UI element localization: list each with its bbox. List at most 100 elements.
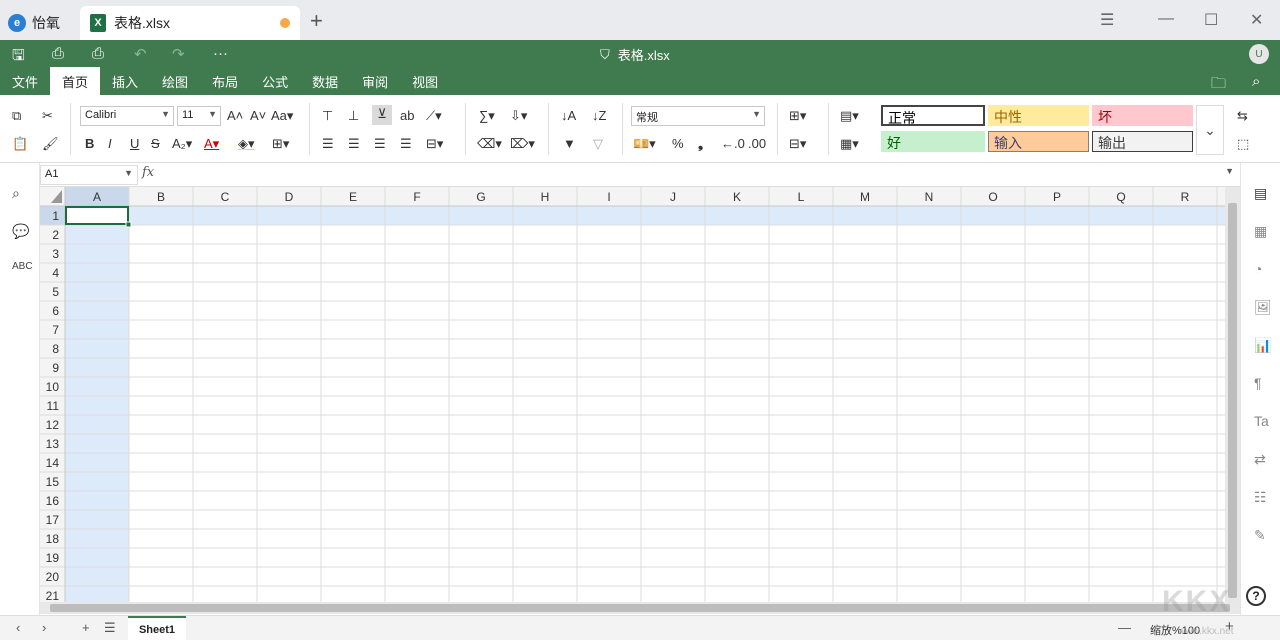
- row-1-highlight[interactable]: [65, 206, 1225, 225]
- function-icon[interactable]: fx: [142, 165, 154, 180]
- insert-cells-icon[interactable]: ⊞▾: [789, 107, 806, 125]
- align-center-icon[interactable]: ☰: [348, 135, 360, 153]
- change-case-icon[interactable]: Aa▾: [271, 107, 293, 125]
- justify-icon[interactable]: ☰: [400, 135, 412, 153]
- column-header-R[interactable]: R: [1181, 190, 1190, 204]
- search-icon[interactable]: ⌕: [12, 185, 20, 202]
- number-format-select[interactable]: 常规 ▼: [631, 106, 765, 126]
- column-a-highlight[interactable]: [65, 206, 129, 602]
- align-left-icon[interactable]: ☰: [322, 135, 334, 153]
- increase-font-icon[interactable]: A˄: [227, 107, 243, 125]
- chevron-down-icon[interactable]: ▼: [124, 168, 133, 178]
- styles-expand-button[interactable]: ⌄: [1196, 105, 1224, 155]
- column-header-K[interactable]: K: [733, 190, 741, 204]
- column-header-Q[interactable]: Q: [1116, 190, 1125, 204]
- table-format-icon[interactable]: ▦▾: [840, 135, 859, 153]
- menu-file[interactable]: 文件: [0, 67, 50, 95]
- comment-icon[interactable]: 💬: [12, 223, 29, 240]
- menu-view[interactable]: 视图: [400, 67, 450, 95]
- print-preview-icon[interactable]: ⎙: [92, 45, 104, 62]
- formula-input[interactable]: [160, 165, 1230, 185]
- main-menu-button[interactable]: ☰: [1100, 10, 1114, 30]
- subscript-icon[interactable]: A₂▾: [172, 135, 192, 153]
- fill-color-icon[interactable]: ◈▾: [238, 135, 255, 153]
- column-header-bar[interactable]: [40, 187, 1225, 206]
- sort-descending-icon[interactable]: ↓Z: [592, 107, 606, 125]
- row-header-6[interactable]: 6: [52, 304, 59, 318]
- eraser-icon[interactable]: ⌦▾: [510, 135, 535, 153]
- vertical-scrollbar[interactable]: [1225, 187, 1240, 602]
- print-icon[interactable]: ⎙: [52, 45, 64, 62]
- italic-icon[interactable]: I: [108, 135, 112, 153]
- column-header-M[interactable]: M: [860, 190, 870, 204]
- name-box[interactable]: A1 ▼: [40, 165, 138, 185]
- row-header-1[interactable]: 1: [52, 209, 59, 223]
- minimize-button[interactable]: —: [1158, 10, 1174, 28]
- decrease-font-icon[interactable]: A˅: [250, 107, 266, 125]
- menu-layout[interactable]: 布局: [200, 67, 250, 95]
- app-home-tab[interactable]: e 怡氧: [8, 8, 60, 38]
- style-normal[interactable]: 正常: [881, 105, 985, 126]
- column-header-B[interactable]: B: [157, 190, 165, 204]
- currency-icon[interactable]: 💴▾: [633, 135, 656, 153]
- delete-cells-icon[interactable]: ⊟▾: [789, 135, 806, 153]
- increase-decimal-icon[interactable]: .00: [748, 135, 766, 153]
- format-painter-icon[interactable]: 🖌: [42, 135, 59, 153]
- select-icon[interactable]: ⬚: [1237, 135, 1249, 153]
- menu-insert[interactable]: 插入: [100, 67, 150, 95]
- text-art-icon[interactable]: Ta: [1254, 413, 1269, 429]
- percent-icon[interactable]: %: [672, 135, 684, 153]
- more-icon[interactable]: ···: [213, 45, 228, 62]
- column-header-F[interactable]: F: [413, 190, 420, 204]
- row-header-14[interactable]: 14: [46, 456, 60, 470]
- wrap-text-icon[interactable]: ab: [400, 107, 414, 125]
- spellcheck-icon[interactable]: ABC: [12, 261, 33, 272]
- fill-handle[interactable]: [125, 221, 132, 228]
- vertical-scroll-thumb[interactable]: [1228, 203, 1237, 598]
- align-middle-icon[interactable]: ⊥: [348, 107, 359, 125]
- sort-ascending-icon[interactable]: ↓A: [561, 107, 576, 125]
- image-icon[interactable]: 🖼: [1254, 299, 1272, 316]
- row-header-17[interactable]: 17: [46, 513, 60, 527]
- chart-icon[interactable]: 📊: [1254, 337, 1271, 354]
- row-header-15[interactable]: 15: [46, 475, 60, 489]
- active-cell[interactable]: [65, 206, 129, 225]
- cell-properties-icon[interactable]: ▤: [1254, 185, 1267, 202]
- avatar[interactable]: U: [1249, 44, 1269, 64]
- row-header-16[interactable]: 16: [46, 494, 60, 508]
- bold-icon[interactable]: B: [85, 135, 94, 153]
- sheet-tab[interactable]: Sheet1: [128, 616, 186, 641]
- comma-style-icon[interactable]: ❟: [698, 135, 703, 153]
- menu-formula[interactable]: 公式: [250, 67, 300, 95]
- maximize-button[interactable]: ☐: [1204, 10, 1218, 30]
- clear-filter-icon[interactable]: ▽: [593, 135, 603, 153]
- paste-icon[interactable]: 📋: [12, 135, 28, 153]
- row-header-5[interactable]: 5: [52, 285, 59, 299]
- row-header-8[interactable]: 8: [52, 342, 59, 356]
- row-header-3[interactable]: 3: [52, 247, 59, 261]
- underline-icon[interactable]: U: [130, 135, 139, 153]
- conditional-format-icon[interactable]: ▤▾: [840, 107, 859, 125]
- align-right-icon[interactable]: ☰: [374, 135, 386, 153]
- help-icon[interactable]: ?: [1246, 586, 1266, 606]
- row-header-12[interactable]: 12: [46, 418, 60, 432]
- signature-icon[interactable]: ✎: [1254, 527, 1266, 544]
- horizontal-scroll-thumb[interactable]: [50, 604, 1230, 612]
- search-icon[interactable]: ⌕: [1252, 73, 1260, 90]
- row-header-7[interactable]: 7: [52, 323, 59, 337]
- merge-cells-icon[interactable]: ⊟▾: [426, 135, 443, 153]
- shape-icon[interactable]: ◔: [1254, 261, 1262, 277]
- sheet-list-icon[interactable]: ☰: [104, 620, 116, 636]
- style-output[interactable]: 输出: [1092, 131, 1193, 152]
- menu-review[interactable]: 审阅: [350, 67, 400, 95]
- column-header-A[interactable]: A: [93, 190, 101, 204]
- next-sheet-icon[interactable]: ›: [42, 620, 46, 635]
- spreadsheet-grid[interactable]: A B C D E F G H I J K L M N O P Q R 1 2 3 4 5 6 7 8 9 10 11 12 13 14 15 1…: [40, 187, 1225, 602]
- paragraph-icon[interactable]: ¶: [1254, 375, 1262, 391]
- column-header-P[interactable]: P: [1053, 190, 1061, 204]
- filter-icon[interactable]: ▼: [563, 135, 576, 153]
- row-header-11[interactable]: 11: [47, 399, 60, 413]
- table-icon[interactable]: ▦: [1254, 223, 1267, 240]
- column-header-G[interactable]: G: [476, 190, 485, 204]
- column-header-J[interactable]: J: [670, 190, 676, 204]
